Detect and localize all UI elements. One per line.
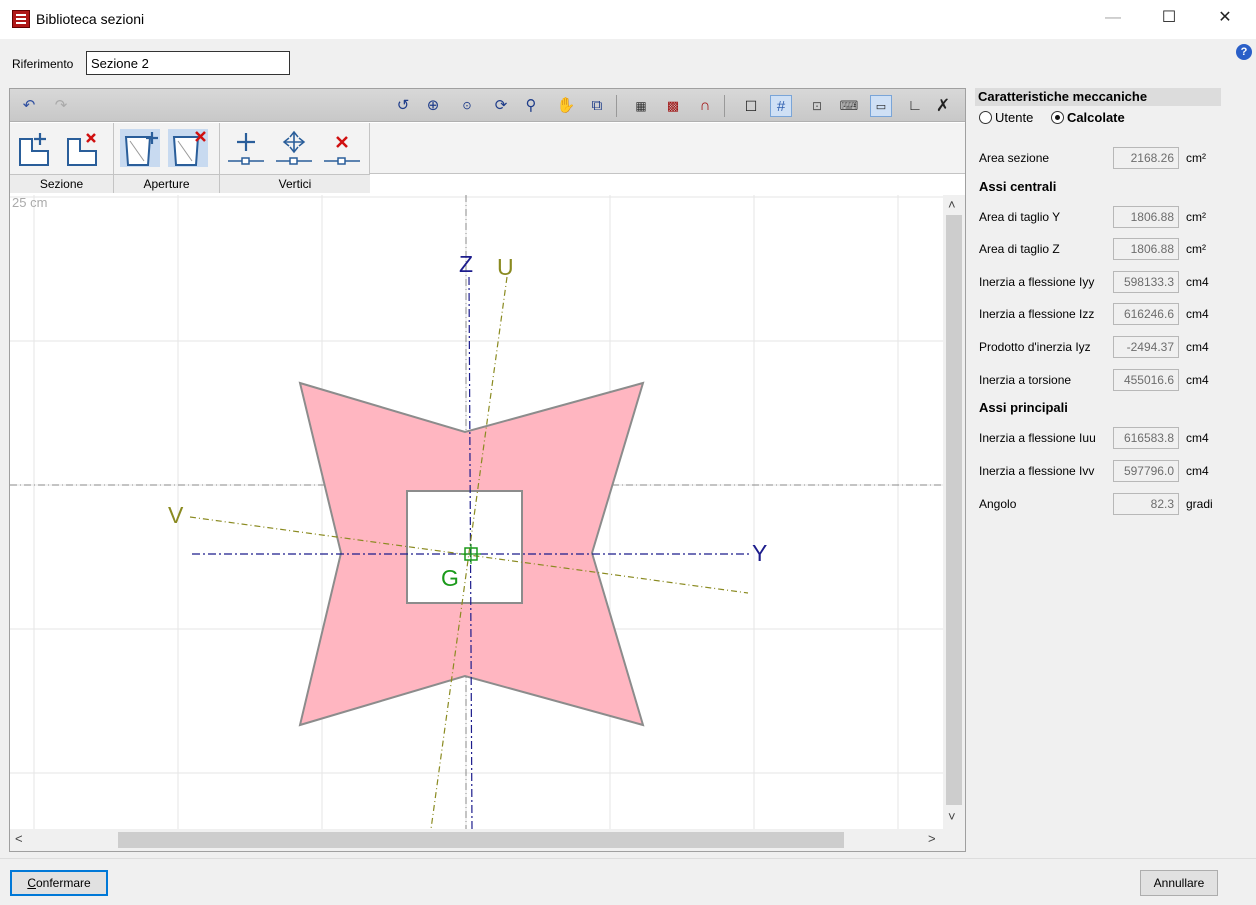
add-opening-icon[interactable] [120,129,160,167]
ribbon-group-vertices: Vertici [220,123,370,193]
scroll-up-icon[interactable]: ˄ [948,197,956,212]
app-icon [12,10,30,28]
zoom-window-icon[interactable]: ⚲ [520,95,542,117]
ribbon-label-section: Sezione [10,174,113,193]
zoom-all-icon[interactable]: ⊕ [422,95,444,117]
panel-title: Caratteristiche meccaniche [975,88,1221,106]
mode-radio-group: Utente Calcolate [979,110,1125,125]
redo-icon[interactable]: ↷ [50,95,72,117]
zoom-previous-icon[interactable]: ↺ [392,95,414,117]
angle-icon[interactable]: ∟ [904,95,926,117]
ribbon-group-section: Sezione [10,123,114,193]
ribbon-group-openings: Aperture [114,123,220,193]
radio-calculated[interactable]: Calcolate [1050,110,1125,125]
import-dxf-icon[interactable]: ▦ [630,95,652,117]
scroll-down-icon[interactable]: ˅ [948,809,956,824]
confirm-button[interactable]: Confermare [10,870,108,896]
horizontal-scroll-thumb[interactable] [118,832,844,848]
delete-vertex-icon[interactable] [322,129,362,167]
toolbar: ↶ ↷ ↺ ⊕ ⊙ ⟳ ⚲ ✋ ⧉ ▦ ▩ ∩ ☐ # ⊡ ⌨ ▭ ∟ ✗ [10,89,965,122]
zoom-rotate-icon[interactable]: ⟳ [490,95,512,117]
maximize-button[interactable]: ☐ [1146,0,1192,36]
property-row: Inerzia a flessione Ivv 597796.0 cm4 [979,460,1225,482]
help-icon[interactable]: ? [1236,44,1252,60]
measure-icon[interactable]: ▭ [870,95,892,117]
axis-label-z: Z [459,251,473,277]
undo-icon[interactable]: ↶ [18,95,40,117]
property-row: Area di taglio Z 1806.88 cm² [979,238,1225,260]
dialog-footer: Confermare Annullare [0,858,1256,905]
scale-label: 25 cm [12,195,47,210]
property-row: Prodotto d'inerzia Iyz -2494.37 cm4 [979,336,1225,358]
move-vertex-icon[interactable] [274,129,314,167]
property-row: Area di taglio Y 1806.88 cm² [979,206,1225,228]
add-section-icon[interactable] [16,129,56,167]
mechanical-properties-panel: Caratteristiche meccaniche Utente Calcol… [975,88,1221,518]
ribbon-label-openings: Aperture [114,174,219,193]
drawing-canvas[interactable]: 25 cm Z U V Y G [10,195,943,829]
radio-calculated-circle[interactable] [1050,111,1064,124]
reference-label: Riferimento [12,57,74,71]
axis-label-y: Y [752,540,767,566]
property-row: Inerzia a flessione Iyy 598133.3 cm4 [979,271,1225,293]
ribbon-label-vertices: Vertici [220,174,370,193]
minimize-button[interactable]: — [1090,0,1136,36]
grid-icon[interactable]: # [770,95,792,117]
scroll-right-icon[interactable]: > [928,831,936,846]
delete-opening-icon[interactable] [168,129,208,167]
snap-points-icon[interactable]: ⊡ [806,95,828,117]
square-tool-icon[interactable]: ☐ [740,95,762,117]
reference-input[interactable] [86,51,290,75]
delete-dxf-icon[interactable]: ▩ [662,95,684,117]
radio-user-circle[interactable] [979,111,992,124]
delete-section-icon[interactable] [64,129,104,167]
section-title-central: Assi centrali [979,179,1057,194]
property-row: Inerzia a flessione Izz 616246.6 cm4 [979,303,1225,325]
axis-label-v: V [168,502,184,528]
title-bar: Biblioteca sezioni — ☐ ✕ [0,0,1256,39]
horizontal-scrollbar[interactable]: < > [10,829,965,851]
vertical-scrollbar[interactable]: ˄ ˅ [943,195,965,829]
keyboard-icon[interactable]: ⌨ [838,95,860,117]
close-button[interactable]: ✕ [1202,0,1248,36]
radio-user[interactable]: Utente [979,110,1033,125]
property-row: Area sezione 2168.26 cm² [979,147,1225,169]
axis-label-u: U [497,254,514,280]
vertical-scroll-thumb[interactable] [946,215,962,805]
add-vertex-icon[interactable] [226,129,266,167]
area-value: 2168.26 [1113,147,1179,169]
property-row: Inerzia a torsione 455016.6 cm4 [979,369,1225,391]
pan-hand-icon[interactable]: ✋ [555,95,577,117]
cancel-button[interactable]: Annullare [1140,870,1218,896]
window-title: Biblioteca sezioni [36,11,145,27]
section-title-principal: Assi principali [979,400,1068,415]
ribbon: Sezione Aperture Vertici [10,123,370,193]
property-row: Inerzia a flessione Iuu 616583.8 cm4 [979,427,1225,449]
tools-icon[interactable]: ✗ [932,95,954,117]
zoom-half-icon[interactable]: ⊙ [456,95,478,117]
scroll-left-icon[interactable]: < [15,831,23,846]
snap-magnet-icon[interactable]: ∩ [694,95,716,117]
section-editor: ↶ ↷ ↺ ⊕ ⊙ ⟳ ⚲ ✋ ⧉ ▦ ▩ ∩ ☐ # ⊡ ⌨ ▭ ∟ ✗ Se… [9,88,966,852]
property-row: Angolo 82.3 gradi [979,493,1225,515]
refresh-view-icon[interactable]: ⧉ [586,95,608,117]
centroid-label-g: G [441,565,459,591]
